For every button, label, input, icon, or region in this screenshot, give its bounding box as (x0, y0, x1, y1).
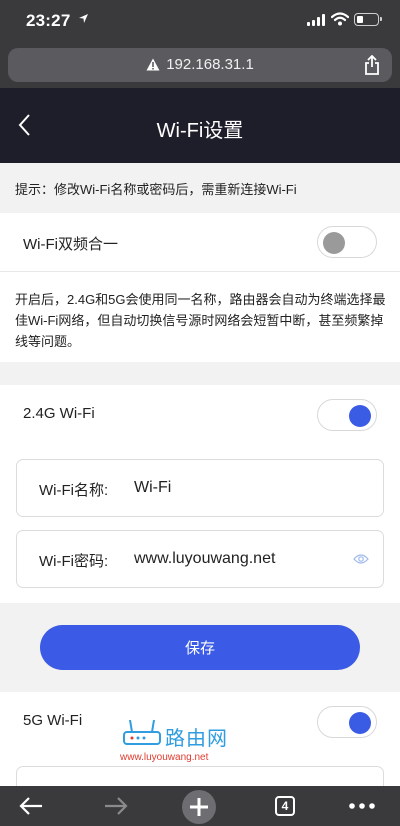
url-text: 192.168.31.1 (166, 56, 254, 73)
dual-band-toggle[interactable] (317, 226, 377, 258)
wifi-name-field: Wi-Fi名称: (16, 459, 384, 517)
status-time: 23:27 (26, 11, 71, 30)
watermark-text: 路由网 (165, 728, 228, 750)
status-bar: 23:27 (0, 0, 400, 40)
wifi-24g-row: 2.4G Wi-Fi (0, 385, 400, 443)
warning-icon (146, 58, 160, 71)
dual-band-label: Wi-Fi双频合一 (23, 236, 118, 253)
browser-url-area: 192.168.31.1 (0, 40, 400, 88)
wifi-24g-label: 2.4G Wi-Fi (23, 405, 95, 422)
browser-back-icon[interactable] (18, 794, 44, 818)
page-title: Wi-Fi设置 (156, 120, 244, 142)
wifi-24g-toggle[interactable] (317, 399, 377, 431)
wifi-24g-settings: Wi-Fi名称: Wi-Fi密码: (0, 443, 400, 603)
cellular-signal-icon (307, 14, 327, 26)
address-bar[interactable]: 192.168.31.1 (8, 48, 392, 82)
dual-band-row: Wi-Fi双频合一 (0, 213, 400, 271)
location-arrow-icon (79, 14, 88, 23)
watermark-logo: 路由网 www.luyouwang.net (120, 718, 240, 768)
wifi-5g-toggle[interactable] (317, 706, 377, 738)
wifi-password-field: Wi-Fi密码: (16, 530, 384, 588)
dual-band-description: 开启后，2.4G和5G会使用同一名称，路由器会自动为终端选择最佳Wi-Fi网络，… (0, 271, 400, 362)
share-icon[interactable] (364, 55, 380, 75)
wifi-name-input[interactable] (134, 473, 334, 503)
tip-text: 提示：修改Wi-Fi名称或密码后，需重新连接Wi-Fi (0, 163, 400, 213)
browser-toolbar: 4 (0, 786, 400, 826)
wifi-5g-label: 5G Wi-Fi (23, 712, 83, 729)
save-button[interactable]: 保存 (40, 625, 360, 670)
wifi-password-input[interactable] (134, 544, 344, 574)
eye-icon[interactable] (353, 553, 369, 565)
tab-count-button[interactable]: 4 (275, 796, 295, 816)
router-logo-icon (123, 719, 161, 745)
watermark-url: www.luyouwang.net (120, 752, 209, 763)
wifi-name-label: Wi-Fi名称: (39, 482, 109, 499)
page-header: Wi-Fi设置 (0, 88, 400, 163)
wifi-status-icon (331, 12, 349, 26)
wifi-password-label: Wi-Fi密码: (39, 553, 109, 570)
browser-forward-icon[interactable] (103, 794, 129, 818)
battery-icon (354, 13, 382, 26)
new-tab-icon[interactable] (180, 790, 218, 824)
more-menu-icon[interactable] (348, 794, 376, 818)
